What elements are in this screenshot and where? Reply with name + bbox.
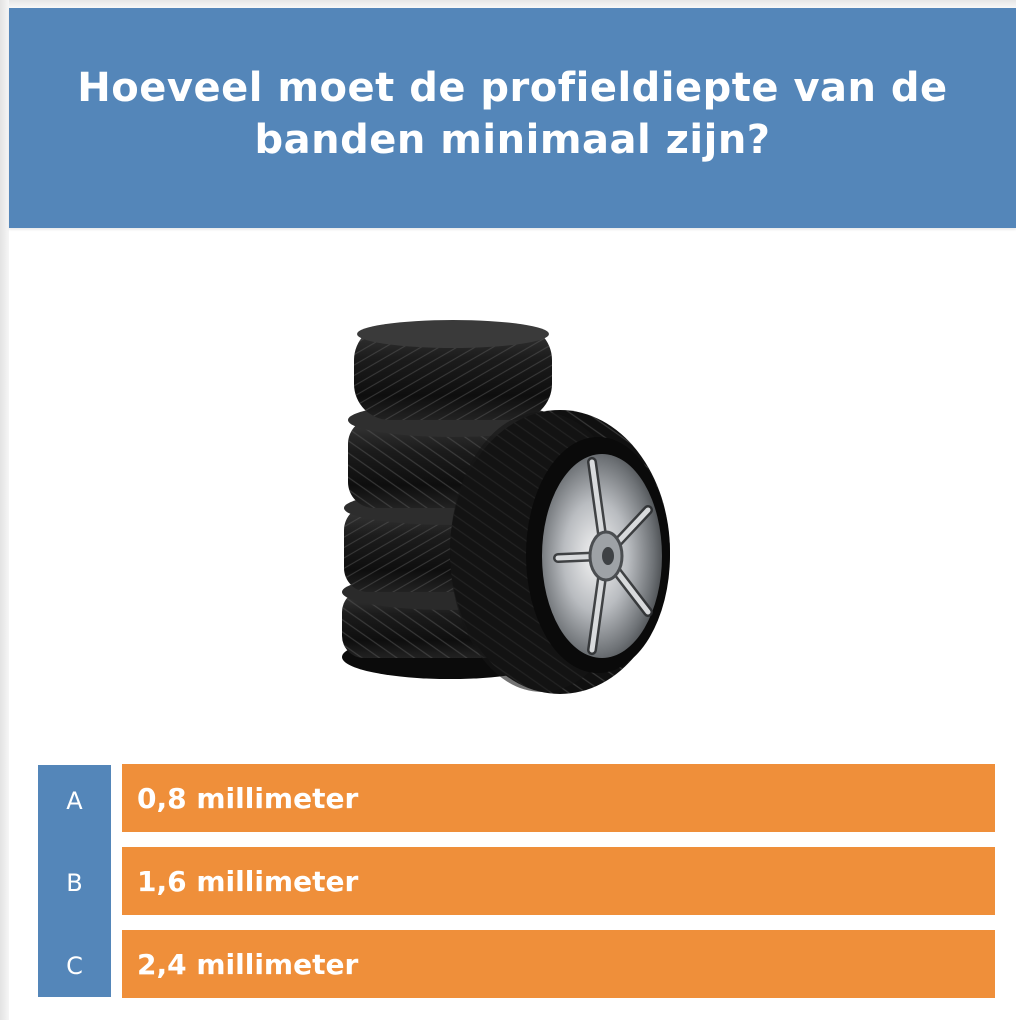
answer-letter-a: A xyxy=(66,787,83,815)
answer-letter-c: C xyxy=(66,952,83,980)
top-border xyxy=(0,0,1016,8)
question-header: Hoeveel moet de profieldiepte van de ban… xyxy=(9,8,1016,228)
answer-letter-b: B xyxy=(66,869,83,897)
tires-image xyxy=(330,312,690,702)
answer-option-c-text: 2,4 millimeter xyxy=(137,947,359,981)
answer-option-b[interactable]: 1,6 millimeter xyxy=(122,847,995,915)
quiz-card: Hoeveel moet de profieldiepte van de ban… xyxy=(0,0,1016,1020)
left-border xyxy=(0,0,9,1020)
upright-tire-with-rim xyxy=(450,410,670,694)
answer-option-a-text: 0,8 millimeter xyxy=(137,781,359,815)
stacked-tire-1 xyxy=(354,320,552,420)
tires-icon xyxy=(342,320,670,694)
question-text: Hoeveel moet de profieldiepte van de ban… xyxy=(77,65,948,163)
answer-option-a[interactable]: 0,8 millimeter xyxy=(122,764,995,832)
answer-option-c[interactable]: 2,4 millimeter xyxy=(122,930,995,998)
answer-letter-column: A B C xyxy=(38,765,111,997)
answer-option-b-text: 1,6 millimeter xyxy=(137,864,359,898)
